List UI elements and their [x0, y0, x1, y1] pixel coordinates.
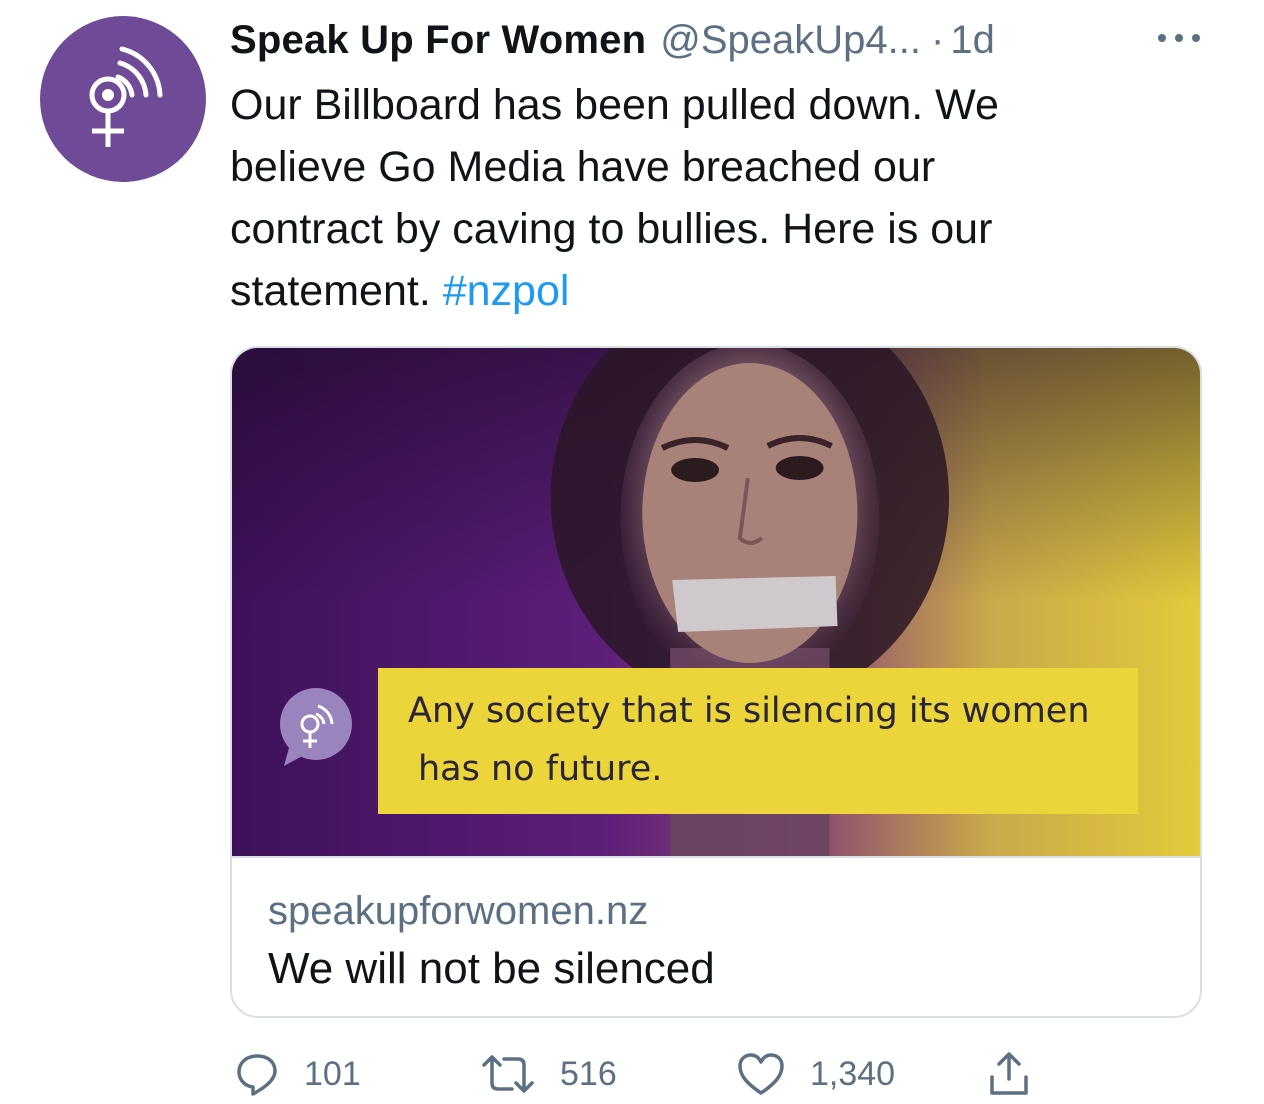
card-domain: speakupforwomen.nz — [268, 889, 649, 933]
like-icon — [738, 1053, 784, 1095]
separator-dot: · — [931, 17, 945, 62]
speech-bubble-venus-icon — [280, 688, 352, 766]
venus-signal-icon — [89, 46, 163, 147]
retweet-button[interactable]: 516 — [480, 1046, 617, 1102]
card-image: Any society that is silencing its women … — [232, 348, 1200, 856]
retweet-count: 516 — [560, 1054, 617, 1093]
link-card[interactable]: Any society that is silencing its women … — [230, 346, 1202, 1018]
tweet-text-line: contract by caving to bullies. Here is o… — [230, 205, 993, 253]
tweet-header: Speak Up For Women @SpeakUp4... · 1d — [230, 12, 1204, 68]
reply-button[interactable]: 101 — [234, 1046, 361, 1102]
display-name[interactable]: Speak Up For Women — [230, 18, 646, 63]
quote-line: Any society that is silencing its women — [408, 691, 1090, 731]
tweet-text-line: statement. #nzpol — [230, 260, 1130, 322]
card-title: We will not be silenced — [268, 944, 715, 993]
tweet-text: Our Billboard has been pulled down. We b… — [230, 74, 1130, 322]
share-button[interactable] — [986, 1046, 1056, 1102]
reply-icon — [237, 1054, 277, 1096]
avatar[interactable] — [40, 16, 206, 182]
quote-line: has no future. — [418, 749, 663, 789]
tweet-text-last: statement. — [230, 267, 431, 315]
more-options-icon[interactable] — [1156, 26, 1202, 50]
tweet-text-line: Our Billboard has been pulled down. We — [230, 81, 999, 129]
tweet-text-line: believe Go Media have breached our — [230, 143, 936, 191]
share-icon — [990, 1052, 1028, 1095]
card-footer: speakupforwomen.nz We will not be silenc… — [232, 856, 1200, 1016]
like-button[interactable]: 1,340 — [736, 1046, 895, 1102]
like-count: 1,340 — [810, 1054, 896, 1093]
action-bar: 101 516 1,340 — [230, 1046, 1050, 1102]
handle[interactable]: @SpeakUp4... — [660, 18, 921, 63]
retweet-icon — [482, 1055, 534, 1093]
hashtag-link[interactable]: #nzpol — [443, 267, 570, 315]
timestamp[interactable]: 1d — [950, 18, 995, 63]
quote-box: Any society that is silencing its women … — [378, 668, 1138, 814]
reply-count: 101 — [304, 1054, 361, 1093]
